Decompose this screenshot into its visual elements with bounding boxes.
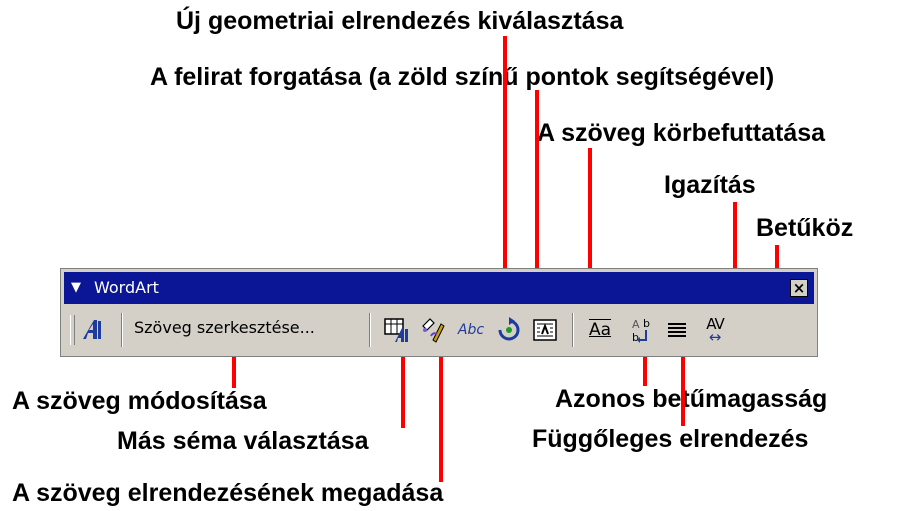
wordart-shape-icon: Abc — [457, 322, 485, 338]
toolbar-buttons-row: Szöveg szerkesztése... Abc Aa A b b AV ↔ — [64, 307, 814, 353]
wordart-a-icon — [83, 320, 101, 339]
character-spacing-button[interactable]: AV ↔ — [698, 315, 732, 345]
label-align: Igazítás — [664, 171, 756, 199]
vertical-text-icon: A b b — [632, 317, 650, 344]
svg-text:b: b — [632, 331, 639, 344]
label-wrap: A szöveg körbefuttatása — [537, 119, 826, 147]
toolbar-titlebar[interactable]: ▼ WordArt × — [64, 272, 814, 304]
label-gallery: Más séma választása — [117, 427, 369, 455]
rotate-icon — [498, 317, 520, 341]
toolbar-separator — [121, 313, 123, 347]
align-center-icon — [668, 323, 686, 337]
edit-text-button[interactable]: Szöveg szerkesztése... — [134, 318, 315, 337]
close-icon[interactable]: × — [790, 279, 808, 297]
toolbar-separator — [369, 313, 371, 347]
same-letter-heights-button[interactable]: Aa — [582, 315, 618, 345]
wordart-gallery-button[interactable] — [382, 315, 412, 345]
label-format: A szöveg elrendezésének megadása — [12, 479, 444, 507]
svg-text:A: A — [632, 318, 640, 331]
toolbar-title: WordArt — [94, 278, 159, 297]
label-same-height: Azonos betűmagasság — [555, 385, 828, 413]
vertical-text-button[interactable]: A b b — [626, 315, 656, 345]
character-spacing-icon: AV ↔ — [706, 315, 725, 346]
label-rotate: A felirat forgatása (a zöld színű pontok… — [150, 63, 775, 91]
wordart-toolbar: ▼ WordArt × Szöveg szerkesztése... Abc A… — [60, 268, 818, 357]
same-height-icon: Aa — [588, 320, 612, 340]
gallery-icon — [384, 318, 408, 342]
wordart-shape-button[interactable]: Abc — [456, 315, 486, 345]
paint-brush-icon — [422, 318, 445, 343]
toolbar-grip[interactable] — [70, 315, 75, 345]
label-edit: A szöveg módosítása — [12, 387, 267, 415]
toolbar-separator — [572, 313, 574, 347]
format-wordart-button[interactable] — [418, 315, 448, 345]
text-wrapping-button[interactable] — [530, 315, 560, 345]
label-vertical: Függőleges elrendezés — [532, 425, 809, 453]
free-rotate-button[interactable] — [494, 315, 524, 345]
label-spacing: Betűköz — [756, 214, 854, 242]
text-wrap-icon — [533, 319, 557, 341]
alignment-button[interactable] — [662, 315, 692, 345]
label-geometry: Új geometriai elrendezés kiválasztása — [176, 7, 624, 35]
svg-text:b: b — [643, 317, 650, 330]
callout-line-format — [439, 340, 443, 482]
toolbar-menu-icon[interactable]: ▼ — [71, 272, 81, 304]
insert-wordart-button[interactable] — [78, 315, 108, 345]
